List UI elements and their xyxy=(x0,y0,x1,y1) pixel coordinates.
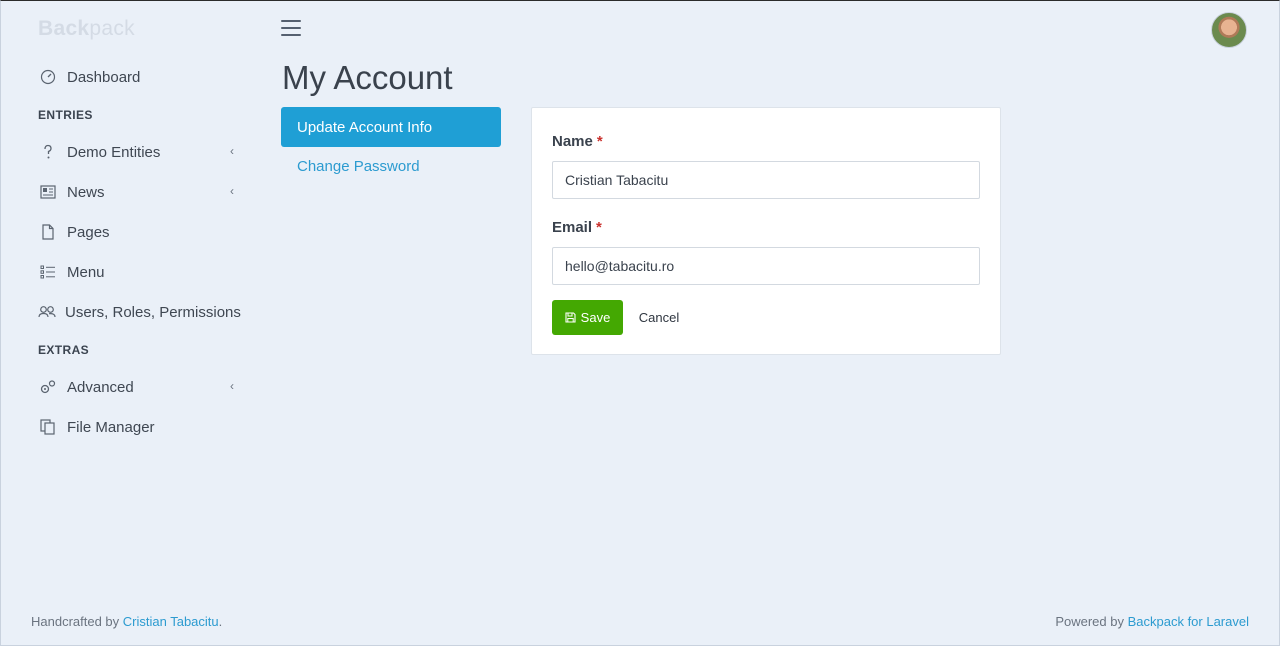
name-label-text: Name xyxy=(552,133,593,150)
sidebar-item-advanced[interactable]: Advanced ‹ xyxy=(38,375,238,399)
question-icon xyxy=(38,143,58,161)
file-icon xyxy=(38,223,58,241)
account-form-card: Name* Email* Save Cancel xyxy=(531,107,1001,355)
tab-update-account-info[interactable]: Update Account Info xyxy=(281,107,501,147)
required-mark: * xyxy=(596,133,603,150)
save-button-label: Save xyxy=(580,310,611,325)
sidebar-item-pages[interactable]: Pages xyxy=(38,220,238,244)
page-title: My Account xyxy=(282,59,453,96)
sidebar: Dashboard ENTRIES Demo Entities ‹ News ‹… xyxy=(1,1,251,601)
cogs-icon xyxy=(38,378,58,396)
footer-left-suffix: . xyxy=(218,614,223,629)
sidebar-item-dashboard[interactable]: Dashboard xyxy=(38,65,238,89)
newspaper-icon xyxy=(38,183,58,201)
sidebar-section-entries: ENTRIES xyxy=(38,108,93,122)
sidebar-item-label: Menu xyxy=(67,263,105,281)
required-mark: * xyxy=(596,219,602,236)
footer-right-prefix: Powered by xyxy=(1055,614,1128,629)
sidebar-item-label: File Manager xyxy=(67,418,155,436)
name-label: Name * xyxy=(552,133,603,150)
sidebar-item-label: Dashboard xyxy=(67,68,141,86)
chevron-left-icon: ‹ xyxy=(230,144,234,158)
app-frame: Backpack Dashboard ENTRIES Demo Entities… xyxy=(0,0,1280,646)
save-button[interactable]: Save xyxy=(552,300,623,335)
tab-change-password[interactable]: Change Password xyxy=(297,158,420,175)
sidebar-item-users[interactable]: Users, Roles, Permissions xyxy=(38,300,241,324)
backpack-link[interactable]: Backpack for Laravel xyxy=(1128,614,1249,629)
sidebar-item-demo-entities[interactable]: Demo Entities ‹ xyxy=(38,140,238,164)
copy-icon xyxy=(38,418,58,436)
footer-credits: Handcrafted by Cristian Tabacitu. xyxy=(31,614,222,629)
floppy-icon xyxy=(565,312,576,323)
chevron-left-icon: ‹ xyxy=(230,184,234,198)
footer-powered-by: Powered by Backpack for Laravel xyxy=(1055,614,1249,629)
list-icon xyxy=(38,263,58,281)
cancel-button[interactable]: Cancel xyxy=(632,300,686,335)
users-icon xyxy=(38,303,56,321)
sidebar-item-label: Pages xyxy=(67,223,110,241)
user-avatar[interactable] xyxy=(1211,12,1247,48)
sidebar-item-label: News xyxy=(67,183,105,201)
footer-left-prefix: Handcrafted by xyxy=(31,614,123,629)
email-label-text: Email xyxy=(552,219,593,236)
sidebar-item-menu[interactable]: Menu xyxy=(38,260,238,284)
hamburger-icon xyxy=(281,20,301,36)
speedometer-icon xyxy=(38,68,58,86)
sidebar-toggle-button[interactable] xyxy=(281,20,301,38)
sidebar-section-extras: EXTRAS xyxy=(38,343,90,357)
author-link[interactable]: Cristian Tabacitu xyxy=(123,614,219,629)
sidebar-item-label: Users, Roles, Permissions xyxy=(65,303,241,321)
sidebar-item-label: Advanced xyxy=(67,378,134,396)
email-label: Email * xyxy=(552,219,602,236)
sidebar-item-label: Demo Entities xyxy=(67,143,161,161)
sidebar-item-news[interactable]: News ‹ xyxy=(38,180,238,204)
sidebar-item-file-manager[interactable]: File Manager xyxy=(38,415,238,439)
name-field[interactable] xyxy=(552,161,980,199)
chevron-left-icon: ‹ xyxy=(230,379,234,393)
email-field[interactable] xyxy=(552,247,980,285)
